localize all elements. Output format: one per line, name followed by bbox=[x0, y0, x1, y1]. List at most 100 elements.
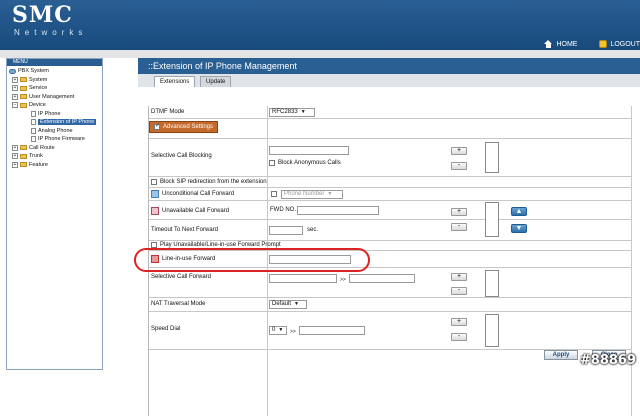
sidebar-item-feature[interactable]: + Feature bbox=[7, 161, 102, 170]
sidebar-item-device[interactable]: − Device bbox=[7, 101, 102, 110]
home-label: HOME bbox=[556, 40, 578, 48]
folder-open-icon bbox=[20, 102, 27, 108]
sidebar-item-label: Call Route bbox=[29, 144, 55, 151]
remove-selective-forward-button[interactable]: - bbox=[451, 287, 467, 295]
sidebar-item-label: Trunk bbox=[29, 153, 43, 160]
speed-dial-number-input[interactable] bbox=[299, 326, 365, 335]
home-link[interactable]: HOME bbox=[544, 40, 577, 48]
phone-number-select[interactable]: Phone Number ▼ bbox=[281, 190, 343, 199]
dtmf-label: DTMF Mode bbox=[151, 109, 185, 115]
sidebar-item-system[interactable]: + System bbox=[7, 76, 102, 85]
unavailable-forward-label: Unavailable Call Forward bbox=[162, 208, 230, 214]
sidebar-item-analog-phone[interactable]: Analog Phone bbox=[7, 127, 102, 136]
advanced-checkbox[interactable] bbox=[154, 122, 160, 130]
expand-icon[interactable]: + bbox=[12, 76, 18, 83]
collapse-icon[interactable]: − bbox=[12, 102, 18, 109]
folder-icon bbox=[20, 145, 27, 151]
page-icon bbox=[31, 110, 36, 117]
globe-icon bbox=[9, 68, 16, 74]
fwd-no-input[interactable] bbox=[297, 206, 379, 215]
menu-title: MENU bbox=[7, 59, 102, 66]
block-anonymous-checkbox[interactable] bbox=[269, 160, 275, 166]
nat-value: Default bbox=[272, 301, 292, 307]
sidebar-item-extension-ip-phone[interactable]: Extension of IP Phone bbox=[7, 118, 102, 127]
selective-forward-list[interactable] bbox=[485, 270, 499, 297]
sidebar-item-label: System bbox=[29, 76, 48, 83]
expand-icon[interactable]: + bbox=[12, 144, 18, 151]
chevron-down-icon: ▼ bbox=[294, 301, 299, 307]
remove-blocking-button[interactable]: - bbox=[451, 162, 467, 170]
speed-dial-select[interactable]: 0 ▼ bbox=[269, 326, 287, 335]
selective-forward-to-input[interactable] bbox=[349, 274, 415, 283]
unavailable-forward-row: Unavailable Call Forward FWD NO. bbox=[149, 201, 631, 220]
sidebar-item-label: Extension of IP Phone bbox=[38, 119, 97, 126]
sidebar-item-ip-phone-firmware[interactable]: IP Phone Firmware bbox=[7, 135, 102, 144]
header-divider bbox=[0, 50, 640, 58]
chevron-down-icon: ▼ bbox=[278, 327, 284, 333]
brand-tagline: Networks bbox=[14, 28, 88, 37]
block-anonymous-option[interactable]: Block Anonymous Calls bbox=[269, 160, 341, 166]
logout-link[interactable]: LOGOUT bbox=[599, 40, 640, 48]
folder-icon bbox=[20, 85, 27, 91]
dtmf-select[interactable]: RFC2833 ▼ bbox=[269, 108, 315, 117]
dtmf-row: DTMF Mode RFC2833 ▼ bbox=[149, 106, 631, 119]
block-sip-option[interactable]: Block SIP redirection from the extension bbox=[151, 179, 267, 185]
sidebar-item-label: Device bbox=[29, 102, 46, 109]
nat-select[interactable]: Default ▼ bbox=[269, 300, 307, 309]
sidebar-item-user-management[interactable]: + User Management bbox=[7, 93, 102, 102]
sidebar-item-label: User Management bbox=[29, 93, 75, 100]
unconditional-forward-row: Unconditional Call Forward Phone Number ▼ bbox=[149, 188, 631, 201]
selective-blocking-row: Selective Call Blocking Block Anonymous … bbox=[149, 139, 631, 177]
sidebar-item-service[interactable]: + Service bbox=[7, 84, 102, 93]
move-down-button[interactable]: ▼ bbox=[511, 224, 527, 233]
tab-extensions[interactable]: Extensions bbox=[154, 76, 196, 87]
remove-forward-button[interactable]: - bbox=[451, 223, 467, 231]
blocking-number-input[interactable] bbox=[269, 146, 349, 155]
tree-root[interactable]: PBX System bbox=[7, 67, 102, 76]
add-selective-forward-button[interactable]: + bbox=[451, 273, 467, 281]
advanced-label: Advanced Settings bbox=[163, 124, 214, 130]
folder-icon bbox=[20, 153, 27, 159]
chevron-down-icon: ▼ bbox=[300, 109, 306, 115]
sidebar-item-label: Analog Phone bbox=[38, 127, 73, 134]
timeout-row: Timeout To Next Forward sec. bbox=[149, 220, 631, 241]
sidebar-item-ip-phone[interactable]: IP Phone bbox=[7, 110, 102, 119]
expand-icon[interactable]: + bbox=[12, 85, 18, 92]
advanced-settings-toggle[interactable]: Advanced Settings bbox=[149, 121, 219, 133]
brand-logo: SMC bbox=[12, 2, 73, 28]
timeout-input[interactable] bbox=[269, 226, 303, 235]
folder-icon bbox=[20, 162, 27, 168]
move-up-button[interactable]: ▲ bbox=[511, 207, 527, 216]
timeout-label: Timeout To Next Forward bbox=[151, 227, 219, 233]
selective-forward-from-input[interactable] bbox=[269, 274, 337, 283]
unconditional-forward-label: Unconditional Call Forward bbox=[162, 191, 235, 197]
expand-icon[interactable]: + bbox=[12, 161, 18, 168]
apply-button[interactable]: Apply bbox=[544, 350, 578, 360]
home-icon bbox=[544, 40, 553, 48]
blocking-list[interactable] bbox=[485, 142, 499, 173]
phone-number-placeholder: Phone Number bbox=[284, 191, 325, 197]
sidebar-item-label: IP Phone bbox=[38, 110, 61, 117]
sidebar-item-trunk[interactable]: + Trunk bbox=[7, 152, 102, 161]
speed-dial-list[interactable] bbox=[485, 314, 499, 347]
fwd-no-label: FWD NO. bbox=[270, 207, 296, 213]
block-anonymous-label: Block Anonymous Calls bbox=[278, 160, 341, 166]
top-links: HOME LOGOUT bbox=[544, 38, 640, 50]
unconditional-forward-checkbox[interactable] bbox=[271, 191, 277, 197]
expand-icon[interactable]: + bbox=[12, 93, 18, 100]
add-speed-dial-button[interactable]: + bbox=[451, 318, 467, 326]
selective-blocking-label: Selective Call Blocking bbox=[151, 153, 212, 159]
expand-icon[interactable]: + bbox=[12, 153, 18, 160]
forward-icon bbox=[151, 190, 159, 198]
block-sip-checkbox[interactable] bbox=[151, 179, 157, 185]
logout-icon bbox=[599, 40, 608, 48]
add-forward-button[interactable]: + bbox=[451, 208, 467, 216]
folder-icon bbox=[20, 77, 27, 83]
remove-speed-dial-button[interactable]: - bbox=[451, 333, 467, 341]
forward-list[interactable] bbox=[485, 202, 499, 237]
dtmf-value: RFC2833 bbox=[272, 109, 298, 115]
sidebar-item-call-route[interactable]: + Call Route bbox=[7, 144, 102, 153]
logout-label: LOGOUT bbox=[610, 40, 640, 48]
add-blocking-button[interactable]: + bbox=[451, 147, 467, 155]
tab-update[interactable]: Update bbox=[200, 76, 232, 87]
